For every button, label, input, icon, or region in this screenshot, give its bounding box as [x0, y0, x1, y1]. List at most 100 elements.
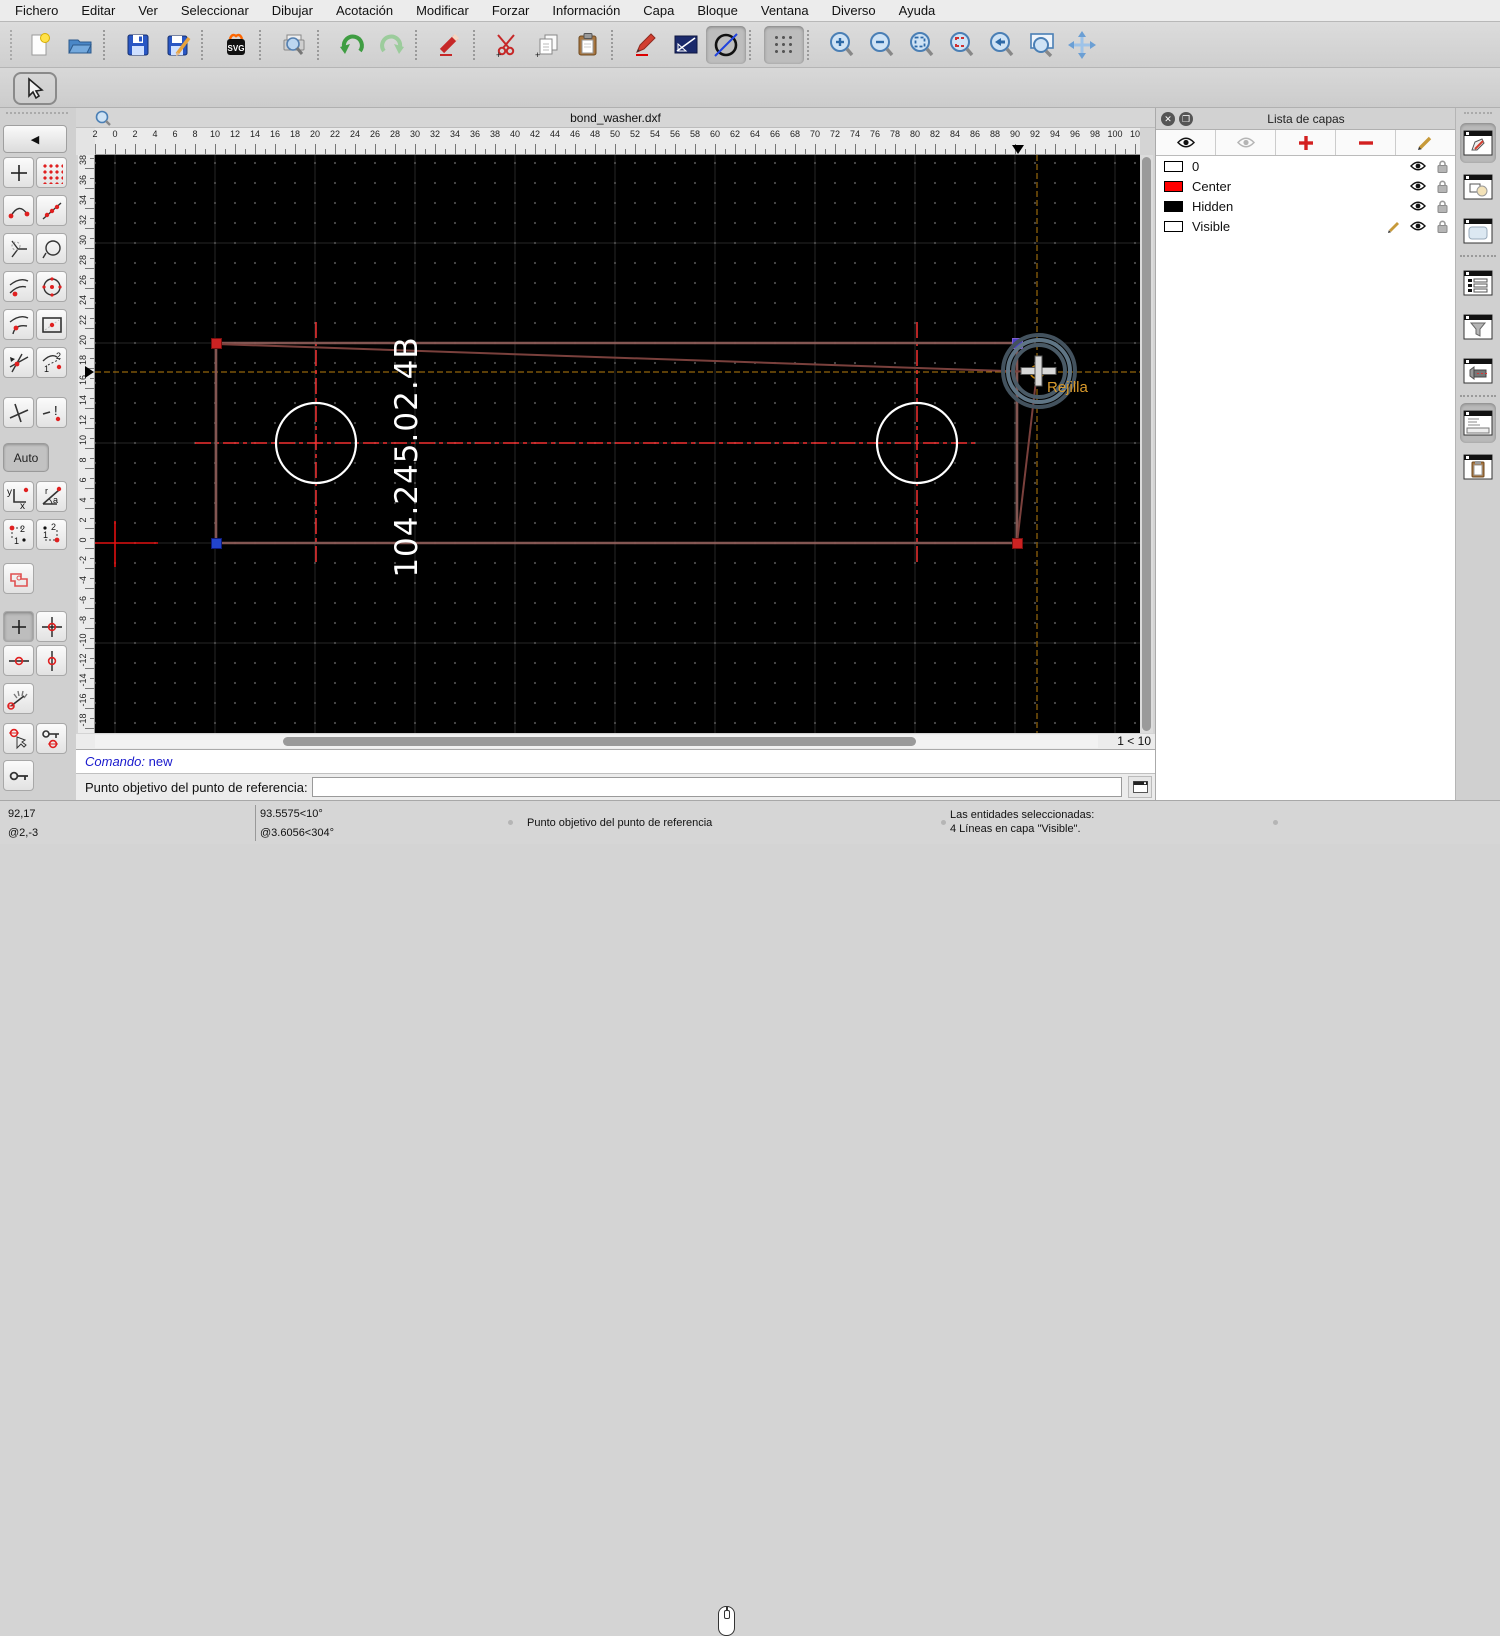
lock-reference-button[interactable]: [36, 723, 67, 754]
save-as-button[interactable]: [158, 26, 198, 64]
snap-intersection-manual-button[interactable]: 12: [36, 347, 67, 378]
layer-lock-icon[interactable]: [1432, 180, 1452, 193]
cut-button[interactable]: +: [488, 26, 528, 64]
layer-visibility-icon[interactable]: [1408, 220, 1428, 232]
menu-item-modificar[interactable]: Modificar: [416, 3, 469, 18]
drawing-canvas[interactable]: 104.245.02.4B Rejilla: [95, 155, 1140, 733]
line-attributes-button[interactable]: [666, 26, 706, 64]
print-preview-button[interactable]: [274, 26, 314, 64]
palette-back-button[interactable]: ◀: [3, 125, 67, 153]
snap-tangent-button[interactable]: [3, 233, 34, 264]
entity-attributes-button[interactable]: [706, 25, 746, 64]
add-layer-button[interactable]: [1276, 130, 1336, 155]
remove-layer-button[interactable]: [1336, 130, 1396, 155]
copy-button[interactable]: +: [528, 26, 568, 64]
snap-intersection-button[interactable]: [3, 347, 34, 378]
zoom-auto-button[interactable]: [902, 26, 942, 64]
layer-visibility-icon[interactable]: [1408, 160, 1428, 172]
layer-row[interactable]: Visible: [1156, 216, 1456, 236]
dock-drag-handle[interactable]: [1464, 112, 1492, 117]
select-tool-button[interactable]: [13, 72, 57, 105]
delete-entities-button[interactable]: [430, 26, 470, 64]
edit-layer-button[interactable]: [1396, 130, 1456, 155]
menu-item-fichero[interactable]: Fichero: [15, 3, 58, 18]
command-detach-button[interactable]: [1128, 776, 1152, 798]
layer-color-swatch[interactable]: [1164, 180, 1183, 192]
restrict-vertical-button[interactable]: [36, 645, 67, 676]
angle-gauge-button[interactable]: [3, 683, 34, 714]
snap-free-button[interactable]: [3, 157, 34, 188]
zoom-out-button[interactable]: [862, 26, 902, 64]
snap-distance-button[interactable]: [3, 271, 34, 302]
layer-color-swatch[interactable]: [1164, 220, 1183, 232]
zoom-previous-button[interactable]: [982, 26, 1022, 64]
open-file-button[interactable]: [60, 26, 100, 64]
paste-button[interactable]: [568, 26, 608, 64]
menu-item-acotación[interactable]: Acotación: [336, 3, 393, 18]
snap-on-entity-button[interactable]: [36, 195, 67, 226]
lock-relative-zero-button[interactable]: [3, 760, 34, 791]
dock-block-list-button[interactable]: [1460, 167, 1496, 207]
menu-item-forzar[interactable]: Forzar: [492, 3, 530, 18]
restrict-horizontal-button[interactable]: [3, 645, 34, 676]
horizontal-scrollbar[interactable]: [95, 735, 1098, 748]
coordinate-polar-button[interactable]: ra: [36, 481, 67, 512]
menu-item-bloque[interactable]: Bloque: [697, 3, 737, 18]
layer-color-swatch[interactable]: [1164, 200, 1183, 212]
palette-drag-handle[interactable]: [6, 112, 68, 118]
menu-item-editar[interactable]: Editar: [81, 3, 115, 18]
layer-name[interactable]: 0: [1192, 159, 1384, 174]
menu-item-diverso[interactable]: Diverso: [832, 3, 876, 18]
layer-name[interactable]: Hidden: [1192, 199, 1384, 214]
dock-command-line-button[interactable]: [1460, 403, 1496, 443]
export-svg-button[interactable]: SVG: [216, 26, 256, 64]
restrict-nothing-button[interactable]: [3, 397, 34, 428]
snap-bounding-box-button[interactable]: [36, 309, 67, 340]
zoom-in-button[interactable]: [822, 26, 862, 64]
redo-button[interactable]: [372, 26, 412, 64]
layer-lock-icon[interactable]: [1432, 160, 1452, 173]
command-input[interactable]: [311, 777, 1122, 797]
menu-item-dibujar[interactable]: Dibujar: [272, 3, 313, 18]
dock-library-browser-button[interactable]: [1460, 211, 1496, 251]
show-all-layers-button[interactable]: [1156, 130, 1216, 155]
dock-command-plugin-button[interactable]: [1460, 351, 1496, 391]
menu-item-capa[interactable]: Capa: [643, 3, 674, 18]
undo-button[interactable]: [332, 26, 372, 64]
coordinate-cartesian-button[interactable]: yx: [3, 481, 34, 512]
snap-grid-button[interactable]: [36, 157, 67, 188]
toolbar-drag-handle[interactable]: [10, 29, 16, 60]
layer-row[interactable]: Center: [1156, 176, 1456, 196]
dock-filter-button[interactable]: [1460, 307, 1496, 347]
snap-middle-button[interactable]: [36, 233, 67, 264]
restrict-warning-button[interactable]: !: [36, 397, 67, 428]
relative-corner-1-button[interactable]: 12: [3, 519, 34, 550]
hide-all-layers-button[interactable]: [1216, 130, 1276, 155]
layer-lock-icon[interactable]: [1432, 200, 1452, 213]
restrict-free-button[interactable]: [3, 611, 34, 642]
draw-pen-button[interactable]: [626, 26, 666, 64]
new-document-button[interactable]: [20, 26, 60, 64]
save-button[interactable]: [118, 26, 158, 64]
zoom-window-button[interactable]: [1022, 26, 1062, 64]
dock-layer-list-button[interactable]: [1460, 263, 1496, 303]
grid-toggle-button[interactable]: [764, 25, 804, 64]
menu-item-ventana[interactable]: Ventana: [761, 3, 809, 18]
menu-item-ayuda[interactable]: Ayuda: [899, 3, 936, 18]
menu-item-seleccionar[interactable]: Seleccionar: [181, 3, 249, 18]
layer-lock-icon[interactable]: [1432, 220, 1452, 233]
dock-clipboard-button[interactable]: [1460, 447, 1496, 487]
relative-corner-2-button[interactable]: 12: [36, 519, 67, 550]
layer-name[interactable]: Visible: [1192, 219, 1384, 234]
snap-center-button[interactable]: [36, 271, 67, 302]
zoom-selected-button[interactable]: [942, 26, 982, 64]
snap-endpoints-button[interactable]: [3, 195, 34, 226]
snap-auto-button[interactable]: Auto: [3, 443, 49, 472]
layer-visibility-icon[interactable]: [1408, 200, 1428, 212]
restrict-orthogonal-button[interactable]: [36, 611, 67, 642]
layer-visibility-icon[interactable]: [1408, 180, 1428, 192]
vertical-scrollbar-thumb[interactable]: [1142, 157, 1151, 731]
menu-item-ver[interactable]: Ver: [138, 3, 158, 18]
select-contour-button[interactable]: [3, 563, 34, 594]
layer-row[interactable]: 0: [1156, 156, 1456, 176]
